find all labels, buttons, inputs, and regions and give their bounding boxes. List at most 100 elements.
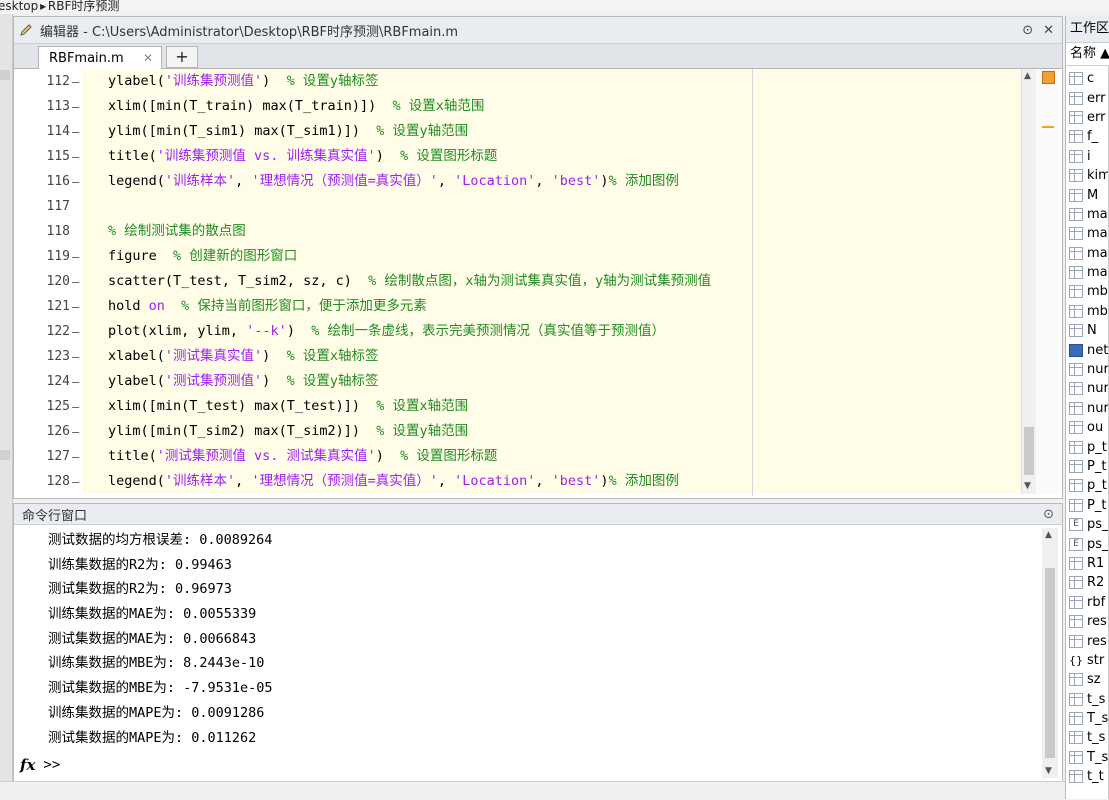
workspace-variable-row[interactable]: M	[1066, 185, 1109, 204]
breakpoint-marker[interactable]: —	[72, 175, 82, 189]
workspace-variable-row[interactable]: ma	[1066, 205, 1109, 224]
code-text[interactable]: legend('训练样本', '理想情况（预测值=真实值）', 'Locatio…	[82, 469, 1058, 494]
workspace-variable-row[interactable]: rbf	[1066, 593, 1109, 612]
breakpoint-marker[interactable]: —	[72, 425, 82, 439]
scroll-down-icon[interactable]: ▼	[1024, 481, 1031, 491]
workspace-variable-row[interactable]: err	[1066, 88, 1109, 107]
workspace-variable-row[interactable]: P_t	[1066, 496, 1109, 515]
code-line[interactable]: 128— legend('训练样本', '理想情况（预测值=真实值）', 'Loc…	[14, 469, 1062, 494]
workspace-variable-row[interactable]: p_t	[1066, 437, 1109, 456]
code-area[interactable]: 112— ylabel('训练集预测值') % 设置y轴标签 113— xlim([m…	[14, 69, 1062, 496]
scroll-down-icon[interactable]: ▼	[1045, 766, 1052, 776]
workspace-variable-row[interactable]: kim	[1066, 166, 1109, 185]
breakpoint-marker[interactable]: —	[72, 400, 82, 414]
breakpoint-marker[interactable]: —	[72, 300, 82, 314]
breakpoint-marker[interactable]: —	[72, 450, 82, 464]
breakpoint-marker[interactable]: —	[72, 150, 82, 164]
code-line[interactable]: 118 % 绘制测试集的散点图	[14, 219, 1062, 244]
workspace-variable-row[interactable]: nur	[1066, 360, 1109, 379]
workspace-variable-row[interactable]: N	[1066, 321, 1109, 340]
command-prompt[interactable]: fx >>	[20, 756, 60, 774]
scrollbar-thumb[interactable]	[1045, 568, 1055, 758]
code-text[interactable]: title('测试集预测值 vs. 测试集真实值') % 设置图形标题	[82, 444, 1058, 469]
code-text[interactable]	[82, 194, 1058, 219]
code-line[interactable]: 127— title('测试集预测值 vs. 测试集真实值') % 设置图形标题	[14, 444, 1062, 469]
workspace-variable-row[interactable]: Eps_	[1066, 515, 1109, 534]
code-line[interactable]: 125— xlim([min(T_test) max(T_test)]) % 设置…	[14, 394, 1062, 419]
code-text[interactable]: ylim([min(T_sim1) max(T_sim1)]) % 设置y轴范围	[82, 119, 1058, 144]
code-line[interactable]: 114— ylim([min(T_sim1) max(T_sim1)]) % 设置…	[14, 119, 1062, 144]
code-text[interactable]: title('训练集预测值 vs. 训练集真实值') % 设置图形标题	[82, 144, 1058, 169]
breakpoint-marker[interactable]: —	[72, 325, 82, 339]
workspace-variable-row[interactable]: P_t	[1066, 457, 1109, 476]
warning-marker[interactable]	[1042, 126, 1054, 128]
code-line[interactable]: 117	[14, 194, 1062, 219]
collapse-handle[interactable]	[0, 70, 10, 80]
scrollbar-thumb[interactable]	[1024, 427, 1034, 475]
code-line[interactable]: 123— xlabel('测试集真实值') % 设置x轴标签	[14, 344, 1062, 369]
code-line[interactable]: 116— legend('训练样本', '理想情况（预测值=真实值）', 'Loc…	[14, 169, 1062, 194]
code-line[interactable]: 126— ylim([min(T_sim2) max(T_sim2)]) % 设置…	[14, 419, 1062, 444]
workspace-variable-row[interactable]: t_t	[1066, 767, 1109, 786]
code-text[interactable]: xlabel('测试集真实值') % 设置x轴标签	[82, 344, 1058, 369]
breadcrumb-item-folder[interactable]: RBF时序预测	[48, 0, 119, 13]
workspace-variable-row[interactable]: R2	[1066, 573, 1109, 592]
new-tab-button[interactable]: +	[166, 46, 198, 68]
code-line[interactable]: 112— ylabel('训练集预测值') % 设置y轴标签	[14, 69, 1062, 94]
code-text[interactable]: ylabel('测试集预测值') % 设置y轴标签	[82, 369, 1058, 394]
workspace-name-column-header[interactable]: 名称 ▲	[1066, 43, 1109, 66]
workspace-variable-row[interactable]: Eps_	[1066, 534, 1109, 553]
scroll-up-icon[interactable]: ▲	[1045, 530, 1052, 540]
workspace-variable-row[interactable]: i	[1066, 147, 1109, 166]
workspace-variable-row[interactable]: sz	[1066, 670, 1109, 689]
code-line[interactable]: 115— title('训练集预测值 vs. 训练集真实值') % 设置图形标题	[14, 144, 1062, 169]
breakpoint-marker[interactable]: —	[72, 275, 82, 289]
breakpoint-marker[interactable]: —	[72, 475, 82, 489]
panel-menu-icon[interactable]: ⊙	[1043, 507, 1054, 522]
workspace-variable-row[interactable]: ma	[1066, 263, 1109, 282]
code-text[interactable]: ylim([min(T_sim2) max(T_sim2)]) % 设置y轴范围	[82, 419, 1058, 444]
close-icon[interactable]: ✕	[1043, 23, 1054, 38]
workspace-variable-row[interactable]: f_	[1066, 127, 1109, 146]
workspace-variable-row[interactable]: T_s	[1066, 709, 1109, 728]
breadcrumb-item-desktop[interactable]: esktop	[0, 0, 38, 13]
workspace-variable-row[interactable]: T_s	[1066, 748, 1109, 767]
workspace-variable-row[interactable]: c	[1066, 69, 1109, 88]
workspace-variable-row[interactable]: p_t	[1066, 476, 1109, 495]
code-text[interactable]: plot(xlim, ylim, '--k') % 绘制一条虚线，表示完美预测情…	[82, 319, 1058, 344]
breakpoint-marker[interactable]: —	[72, 250, 82, 264]
workspace-variable-row[interactable]: mb	[1066, 282, 1109, 301]
code-text[interactable]: legend('训练样本', '理想情况（预测值=真实值）', 'Locatio…	[82, 169, 1058, 194]
code-text[interactable]: ylabel('训练集预测值') % 设置y轴标签	[82, 69, 1058, 94]
code-line[interactable]: 124— ylabel('测试集预测值') % 设置y轴标签	[14, 369, 1062, 394]
workspace-variable-row[interactable]: t_s	[1066, 728, 1109, 747]
panel-menu-icon[interactable]: ⊙	[1022, 23, 1033, 38]
command-scrollbar[interactable]: ▲ ▼	[1042, 528, 1058, 778]
code-line[interactable]: 121— hold on % 保持当前图形窗口，便于添加更多元素	[14, 294, 1062, 319]
editor-scrollbar[interactable]: ▲ ▼	[1021, 69, 1036, 494]
breakpoint-marker[interactable]: —	[72, 350, 82, 364]
workspace-variable-row[interactable]: t_s	[1066, 690, 1109, 709]
workspace-variable-row[interactable]: res	[1066, 612, 1109, 631]
collapse-handle[interactable]	[0, 450, 10, 460]
workspace-variable-row[interactable]: nur	[1066, 399, 1109, 418]
code-text[interactable]: hold on % 保持当前图形窗口，便于添加更多元素	[82, 294, 1058, 319]
code-text[interactable]: % 绘制测试集的散点图	[82, 219, 1058, 244]
workspace-variable-row[interactable]: mb	[1066, 302, 1109, 321]
workspace-variable-row[interactable]: {} str	[1066, 651, 1109, 670]
workspace-variable-row[interactable]: err	[1066, 108, 1109, 127]
code-text[interactable]: xlim([min(T_train) max(T_train)]) % 设置x轴…	[82, 94, 1058, 119]
scroll-up-icon[interactable]: ▲	[1024, 71, 1031, 81]
code-text[interactable]: scatter(T_test, T_sim2, sz, c) % 绘制散点图，x…	[82, 269, 1058, 294]
function-browser-icon[interactable]: fx	[20, 756, 35, 774]
workspace-variable-row[interactable]: ou	[1066, 418, 1109, 437]
workspace-variable-row[interactable]: res	[1066, 631, 1109, 650]
tab-close-icon[interactable]: ✕	[143, 51, 153, 65]
workspace-variable-row[interactable]: nur	[1066, 379, 1109, 398]
workspace-variable-row[interactable]: net	[1066, 340, 1109, 359]
breakpoint-marker[interactable]: —	[72, 75, 82, 89]
warning-indicator-icon[interactable]	[1042, 71, 1055, 84]
code-text[interactable]: xlim([min(T_test) max(T_test)]) % 设置x轴范围	[82, 394, 1058, 419]
code-text[interactable]: figure % 创建新的图形窗口	[82, 244, 1058, 269]
code-line[interactable]: 120— scatter(T_test, T_sim2, sz, c) % 绘制散…	[14, 269, 1062, 294]
